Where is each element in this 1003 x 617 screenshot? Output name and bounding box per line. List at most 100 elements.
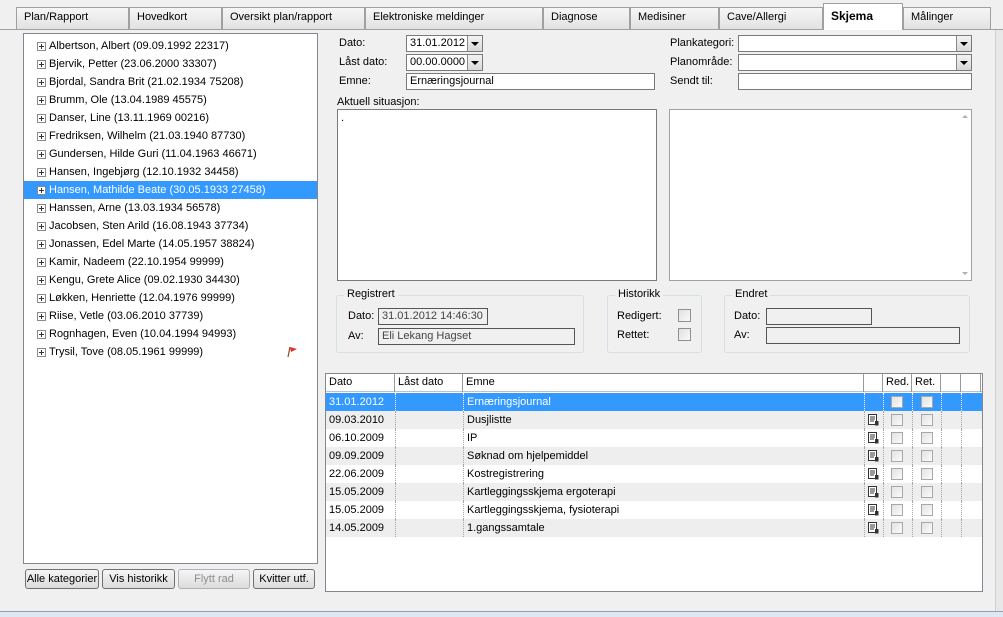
- last-dato-field[interactable]: 00.00.0000: [406, 54, 483, 71]
- table-row-selected[interactable]: 31.01.2012 Ernæringsjournal: [326, 393, 982, 411]
- sendt-til-field[interactable]: [738, 73, 972, 90]
- table-row[interactable]: 09.03.2010 Dusjlistte: [326, 411, 982, 429]
- table-row[interactable]: 09.09.2009 Søknad om hjelpemiddel: [326, 447, 982, 465]
- redigert-cell-checkbox[interactable]: [891, 414, 903, 426]
- patient-row[interactable]: Hansen, Ingebjørg (12.10.1932 34458): [24, 163, 317, 181]
- rettet-cell-checkbox[interactable]: [921, 522, 933, 534]
- patient-row[interactable]: Trysil, Tove (08.05.1961 99999): [24, 343, 317, 361]
- plankategori-dropdown-icon[interactable]: [956, 36, 971, 51]
- table-row[interactable]: 15.05.2009 Kartleggingsskjema, fysioterap…: [326, 501, 982, 519]
- dato-field[interactable]: 31.01.2012: [406, 35, 483, 52]
- expand-icon[interactable]: [37, 150, 46, 159]
- column-header-doc[interactable]: [864, 374, 883, 392]
- rettet-cell-checkbox[interactable]: [921, 396, 933, 408]
- expand-icon[interactable]: [37, 132, 46, 141]
- patient-row[interactable]: Albertson, Albert (09.09.1992 22317): [24, 37, 317, 55]
- tab-skjema[interactable]: Skjema: [823, 3, 903, 30]
- problemstilling-textarea[interactable]: [669, 109, 972, 281]
- patient-row[interactable]: Jacobsen, Sten Arild (16.08.1943 37734): [24, 217, 317, 235]
- expand-icon[interactable]: [37, 186, 46, 195]
- column-header-extra[interactable]: [941, 374, 961, 392]
- aktuell-situasjon-textarea[interactable]: .: [337, 109, 657, 281]
- patient-row[interactable]: Riise, Vetle (03.06.2010 37739): [24, 307, 317, 325]
- column-header-dato[interactable]: Dato: [326, 374, 395, 392]
- acknowledge-button[interactable]: Kvitter utf.: [253, 569, 315, 589]
- document-icon[interactable]: [868, 504, 879, 516]
- patient-row[interactable]: Rognhagen, Even (10.04.1994 94993): [24, 325, 317, 343]
- expand-icon[interactable]: [37, 240, 46, 249]
- expand-icon[interactable]: [37, 168, 46, 177]
- redigert-checkbox[interactable]: [678, 309, 691, 322]
- redigert-cell-checkbox[interactable]: [891, 522, 903, 534]
- last-dato-dropdown-icon[interactable]: [467, 55, 482, 70]
- tab-cave-allergi[interactable]: Cave/Allergi: [719, 7, 823, 29]
- document-icon[interactable]: [868, 450, 879, 462]
- rettet-cell-checkbox[interactable]: [921, 486, 933, 498]
- column-header-ret[interactable]: Ret.: [912, 374, 941, 392]
- rettet-cell-checkbox[interactable]: [921, 432, 933, 444]
- table-row[interactable]: 14.05.2009 1.gangssamtale: [326, 519, 982, 537]
- table-row[interactable]: 22.06.2009 Kostregistrering: [326, 465, 982, 483]
- planomrade-dropdown-icon[interactable]: [956, 55, 971, 70]
- emne-field[interactable]: Ernæringsjournal: [406, 73, 655, 90]
- move-row-button[interactable]: Flytt rad: [178, 569, 250, 589]
- patient-row[interactable]: Gundersen, Hilde Guri (11.04.1963 46671): [24, 145, 317, 163]
- document-icon[interactable]: [868, 432, 879, 444]
- document-icon[interactable]: [868, 414, 879, 426]
- tab-medisiner[interactable]: Medisiner: [630, 7, 719, 29]
- scroll-up-icon[interactable]: [962, 115, 968, 118]
- expand-icon[interactable]: [37, 96, 46, 105]
- redigert-cell-checkbox[interactable]: [891, 450, 903, 462]
- tab-diagnose[interactable]: Diagnose: [543, 7, 630, 29]
- column-header-emne[interactable]: Emne: [463, 374, 864, 392]
- redigert-cell-checkbox[interactable]: [891, 486, 903, 498]
- redigert-cell-checkbox[interactable]: [891, 396, 903, 408]
- tab-malinger[interactable]: Målinger: [903, 7, 991, 29]
- column-header-red[interactable]: Red.: [883, 374, 912, 392]
- table-row[interactable]: 06.10.2009 IP: [326, 429, 982, 447]
- expand-icon[interactable]: [37, 258, 46, 267]
- patient-row[interactable]: Kamir, Nadeem (22.10.1954 99999): [24, 253, 317, 271]
- show-history-button[interactable]: Vis historikk: [102, 569, 175, 589]
- expand-icon[interactable]: [37, 276, 46, 285]
- expand-icon[interactable]: [37, 330, 46, 339]
- schema-table[interactable]: Dato Låst dato Emne Red. Ret. 31.01.2012…: [325, 373, 983, 592]
- patient-list[interactable]: Albertson, Albert (09.09.1992 22317) Bje…: [23, 33, 318, 564]
- redigert-cell-checkbox[interactable]: [891, 468, 903, 480]
- expand-icon[interactable]: [37, 42, 46, 51]
- table-row[interactable]: 15.05.2009 Kartleggingsskjema ergoterapi: [326, 483, 982, 501]
- tab-oversikt-plan-rapport[interactable]: Oversikt plan/rapport: [222, 7, 365, 29]
- patient-row[interactable]: Bjervik, Petter (23.06.2000 33307): [24, 55, 317, 73]
- patient-row[interactable]: Jonassen, Edel Marte (14.05.1957 38824): [24, 235, 317, 253]
- rettet-cell-checkbox[interactable]: [921, 504, 933, 516]
- rettet-cell-checkbox[interactable]: [921, 414, 933, 426]
- rettet-cell-checkbox[interactable]: [921, 468, 933, 480]
- document-icon[interactable]: [868, 522, 879, 534]
- redigert-cell-checkbox[interactable]: [891, 432, 903, 444]
- redigert-cell-checkbox[interactable]: [891, 504, 903, 516]
- expand-icon[interactable]: [37, 312, 46, 321]
- rettet-cell-checkbox[interactable]: [921, 450, 933, 462]
- patient-row[interactable]: Brumm, Ole (13.04.1989 45575): [24, 91, 317, 109]
- expand-icon[interactable]: [37, 348, 46, 357]
- patient-row-selected[interactable]: Hansen, Mathilde Beate (30.05.1933 27458…: [24, 181, 317, 199]
- tab-elektroniske-meldinger[interactable]: Elektroniske meldinger: [365, 7, 543, 29]
- plankategori-select[interactable]: [738, 35, 972, 52]
- expand-icon[interactable]: [37, 114, 46, 123]
- planomrade-select[interactable]: [738, 54, 972, 71]
- column-header-last-dato[interactable]: Låst dato: [395, 374, 463, 392]
- patient-row[interactable]: Fredriksen, Wilhelm (21.03.1940 87730): [24, 127, 317, 145]
- rettet-checkbox[interactable]: [678, 328, 691, 341]
- all-categories-button[interactable]: Alle kategorier: [25, 569, 99, 589]
- tab-hovedkort[interactable]: Hovedkort: [129, 7, 222, 29]
- document-icon[interactable]: [868, 468, 879, 480]
- patient-row[interactable]: Kengu, Grete Alice (09.02.1930 34430): [24, 271, 317, 289]
- problemstilling-scrollbar[interactable]: [959, 110, 971, 280]
- patient-row[interactable]: Løkken, Henriette (12.04.1976 99999): [24, 289, 317, 307]
- expand-icon[interactable]: [37, 204, 46, 213]
- dato-dropdown-icon[interactable]: [467, 36, 482, 51]
- document-icon[interactable]: [868, 486, 879, 498]
- patient-row[interactable]: Hanssen, Arne (13.03.1934 56578): [24, 199, 317, 217]
- scroll-down-icon[interactable]: [962, 272, 968, 275]
- expand-icon[interactable]: [37, 294, 46, 303]
